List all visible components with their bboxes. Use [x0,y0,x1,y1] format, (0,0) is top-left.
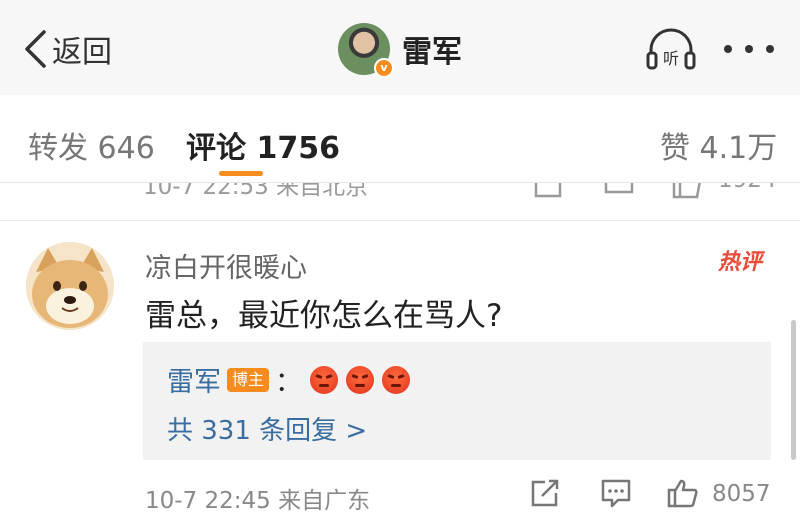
comment-text: 雷总，最近你怎么在骂人? [145,298,503,334]
share-icon[interactable] [530,478,560,508]
avatar[interactable]: v [338,23,394,78]
reply-colon: ： [275,367,303,398]
tab-bar: 转发 646 评论 1756 赞 4.1万 [0,95,800,183]
avatar[interactable] [26,242,114,330]
top-nav-bar: 返回 v 雷军 听 [0,0,800,95]
previous-comment-footer: 10-7 22:53 来自北京 1924 [0,183,800,205]
comment-like-count: 8057 [712,481,771,507]
previous-like-count: 1924 [718,183,777,193]
listen-button[interactable]: 听 [645,26,697,72]
back-button[interactable]: 返回 [22,28,112,70]
shiba-avatar-image [26,242,114,330]
active-tab-indicator [219,171,263,176]
like-icon[interactable] [666,478,700,508]
view-replies-link[interactable]: 共 331 条回复 > [167,410,367,447]
blogger-badge: 博主 [227,367,270,392]
angry-emoji-icon [382,365,411,394]
comment-username[interactable]: 凉白开很暖心 [145,246,307,285]
comment-icon[interactable] [603,183,635,199]
previous-comment-meta: 10-7 22:53 来自北京 [143,183,369,200]
verified-badge-icon: v [374,58,394,78]
angry-emoji-icon [346,365,375,394]
back-chevron-icon [25,30,46,68]
more-button[interactable] [724,30,774,68]
angry-emoji-icon [310,365,339,394]
reply-author[interactable]: 雷军 [167,360,221,399]
scrollbar[interactable] [791,320,796,460]
more-icon [724,45,732,53]
comment-icon[interactable] [600,478,632,508]
comment-meta: 10-7 22:45 来自广东 [145,488,371,514]
profile-name[interactable]: 雷军 [402,27,462,71]
divider [0,220,800,221]
tab-likes[interactable]: 赞 4.1万 [660,123,777,167]
share-icon[interactable] [533,183,563,199]
listen-icon: 听 [646,28,696,70]
tab-reposts[interactable]: 转发 646 [28,123,155,167]
reply-line: 雷军 博主 ： [167,360,418,399]
like-icon[interactable] [670,183,704,199]
back-label: 返回 [52,35,112,70]
profile-header[interactable]: v 雷军 [338,23,462,78]
tab-comments[interactable]: 评论 1756 [186,123,340,167]
hot-comment-badge: 热评 [718,250,763,275]
reply-preview[interactable]: 雷军 博主 ： 共 331 条回复 > [143,342,771,460]
listen-label: 听 [663,49,679,68]
